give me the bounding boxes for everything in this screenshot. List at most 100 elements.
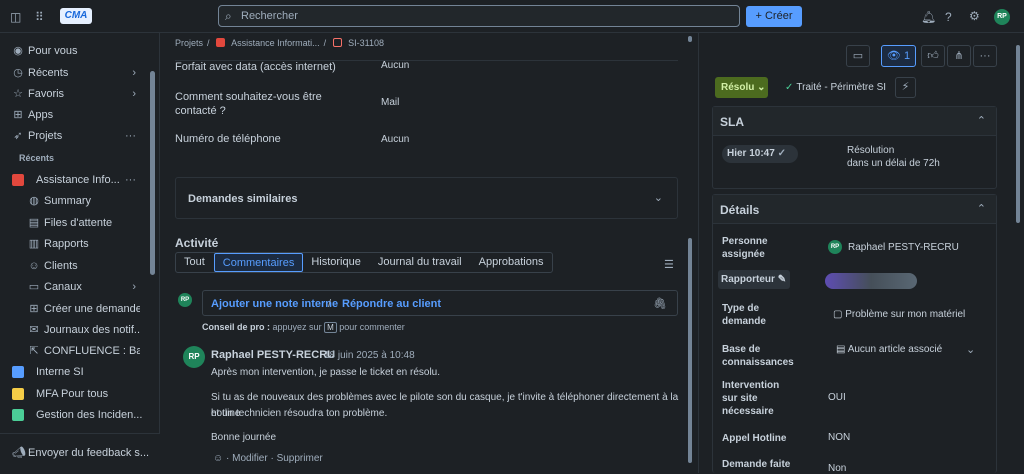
chevron-right-icon: › <box>132 88 136 100</box>
pin-icon: ✎ <box>777 274 787 285</box>
sidebar-item-rapports[interactable]: ▥ Rapports <box>0 235 150 253</box>
queue-status[interactable]: ✓ Traité - Périmètre SI <box>785 82 886 93</box>
sidebar-item-confluence[interactable]: ⇱CONFLUENCE : Ba... <box>0 342 150 360</box>
sidebar-item-favoris[interactable]: ☆ Favoris › <box>0 85 150 103</box>
pro-tip: Conseil de pro : appuyez sur M pour comm… <box>202 322 405 333</box>
avatar: RP <box>178 293 192 307</box>
breadcrumb-project[interactable]: Assistance Informati... <box>231 38 320 48</box>
attachment-icon[interactable]: 🖇︎ <box>653 297 667 310</box>
sort-icon[interactable]: ☰ <box>664 258 674 271</box>
sidebar-item-creer-demande[interactable]: ⊞ Créer une demande <box>0 300 150 318</box>
help-icon[interactable]: ? <box>945 10 952 24</box>
chevron-down-icon[interactable]: ⌄ <box>966 343 975 356</box>
sidebar-item-files[interactable]: ▤ Files d'attente <box>0 214 150 232</box>
details-header[interactable]: Détails ⌃ <box>713 195 996 224</box>
comment-paragraph: Après mon intervention, je passe le tick… <box>211 367 441 378</box>
intervention-value[interactable]: OUI <box>828 392 846 403</box>
sidebar-item-pour-vous[interactable]: ◉ Pour vous <box>0 42 150 60</box>
activity-title: Activité <box>175 236 219 250</box>
sidebar-item-mfa[interactable]: MFA Pour tous <box>0 385 150 403</box>
sidebar-item-journaux[interactable]: ✉ Journaux des notif... <box>0 321 150 339</box>
main-content: Projets / Assistance Informati... / SI-311… <box>161 33 698 473</box>
breadcrumb-issue[interactable]: SI-31108 <box>348 38 384 48</box>
sidebar-item-projets[interactable]: ➶ Projets ··· <box>0 127 150 145</box>
logo[interactable]: CMA <box>60 8 92 24</box>
app-switcher-icon[interactable]: ⠿ <box>35 10 44 24</box>
sidebar-toggle-icon[interactable]: ◫ <box>10 10 21 24</box>
reporter-value-redacted[interactable] <box>825 273 917 289</box>
sla-description: Résolution dans un délai de 72h <box>847 145 940 169</box>
right-scrollbar[interactable] <box>1016 45 1020 223</box>
thumbs-up-icon[interactable]: 👍︎ <box>921 45 945 67</box>
sla-header[interactable]: SLA ⌃ <box>713 107 996 136</box>
sidebar-item-gestion[interactable]: Gestion des Inciden... <box>0 406 150 424</box>
create-button[interactable]: + Créer <box>746 6 802 27</box>
search-input[interactable]: ⌕ Rechercher <box>218 5 740 27</box>
share-icon[interactable]: ⋔ <box>947 45 971 67</box>
channels-icon: ▭ <box>28 281 40 293</box>
tab-historique[interactable]: Historique <box>303 253 370 272</box>
more-icon[interactable]: ··· <box>973 45 997 67</box>
main-scrollbar[interactable] <box>688 238 692 463</box>
comment-date[interactable]: 18 juin 2025 à 10:48 <box>324 350 415 361</box>
user-circle-icon: ◉ <box>13 45 23 57</box>
more-icon[interactable]: ··· <box>125 171 136 189</box>
avatar[interactable]: RP <box>994 9 1010 25</box>
sidebar-item-canaux[interactable]: ▭ Canaux › <box>0 278 150 296</box>
assignee-value[interactable]: Raphael PESTY-RECRU <box>848 242 959 253</box>
comment-paragraph: et un technicien résoudra ton problème. <box>211 408 388 419</box>
issue-type-icon <box>332 38 342 47</box>
sidebar-item-interne-si[interactable]: Interne SI <box>0 363 150 381</box>
tab-approbations[interactable]: Approbations <box>471 253 553 272</box>
globe-icon: ◍ <box>29 195 39 207</box>
demande-value[interactable]: Non <box>828 463 846 474</box>
watch-button[interactable]: 👁︎ 1 <box>881 45 916 67</box>
sidebar-item-summary[interactable]: ◍ Summary <box>0 192 150 210</box>
comment-author[interactable]: Raphael PESTY-RECRU <box>211 349 335 361</box>
request-type-icon: ▢ <box>833 309 843 320</box>
reporter-label[interactable]: Rapporteur ✎ <box>718 270 790 289</box>
sidebar-item-recents[interactable]: ◷ Récents › <box>0 64 150 82</box>
more-icon[interactable]: ··· <box>125 127 136 145</box>
person-icon: ☺ <box>28 260 40 272</box>
similar-requests-panel[interactable]: Demandes similaires ⌄ <box>175 177 678 219</box>
check-icon: ✓ <box>777 148 786 159</box>
bell-icon[interactable]: 🔔︎ <box>921 10 936 24</box>
type-value[interactable]: ▢ Problème sur mon matériel <box>833 309 965 320</box>
reply-client-button[interactable]: Répondre au client <box>342 298 441 310</box>
chart-icon: ▥ <box>28 238 40 250</box>
status-dropdown[interactable]: Résolu ⌄ <box>715 77 768 98</box>
chevron-right-icon: › <box>132 67 136 79</box>
sidebar-item-clients[interactable]: ☺ Clients <box>0 257 150 275</box>
edit-comment-button[interactable]: Modifier <box>232 453 268 464</box>
add-internal-note-button[interactable]: Ajouter une note interne <box>211 298 338 310</box>
breadcrumb-projets[interactable]: Projets <box>175 38 203 48</box>
tab-commentaires[interactable]: Commentaires <box>213 253 304 272</box>
automation-bolt-icon[interactable]: ⚡︎ <box>895 77 916 98</box>
sla-panel: SLA ⌃ Hier 10:47 ✓ Résolution dans un dé… <box>712 106 997 189</box>
section-label-recents: Récents <box>19 153 55 163</box>
feedback-icon[interactable]: ▭ <box>846 45 870 67</box>
sidebar-item-project-assistance[interactable]: Assistance Info... ··· <box>0 171 150 189</box>
external-link-icon: ⇱ <box>29 345 39 357</box>
feedback-button[interactable]: 📣︎ Envoyer du feedback s... <box>0 433 160 473</box>
kb-value[interactable]: ▤ Aucun article associé <box>836 344 942 355</box>
grid-icon: ⊞ <box>13 109 23 121</box>
sidebar-item-apps[interactable]: ⊞ Apps <box>0 106 150 124</box>
hotline-value[interactable]: NON <box>828 432 850 443</box>
chevron-right-icon: › <box>132 281 136 293</box>
project-icon <box>12 363 24 384</box>
gear-icon[interactable]: ⚙ <box>969 9 980 23</box>
search-placeholder: Rechercher <box>241 10 298 22</box>
delete-comment-button[interactable]: Supprimer <box>277 453 323 464</box>
project-icon <box>216 38 226 47</box>
emoji-icon[interactable]: ☺ <box>213 453 223 464</box>
comment-composer[interactable]: Ajouter une note interne / Répondre au c… <box>202 290 678 316</box>
chevron-down-icon: ⌄ <box>653 192 663 204</box>
chevron-up-icon: ⌃ <box>976 203 986 215</box>
comment-paragraph: Bonne journée <box>211 432 277 443</box>
tab-tout[interactable]: Tout <box>176 253 214 272</box>
tab-journal[interactable]: Journal du travail <box>370 253 471 272</box>
hotline-label: Appel Hotline <box>722 433 787 444</box>
sidebar-scrollbar[interactable] <box>150 71 155 275</box>
